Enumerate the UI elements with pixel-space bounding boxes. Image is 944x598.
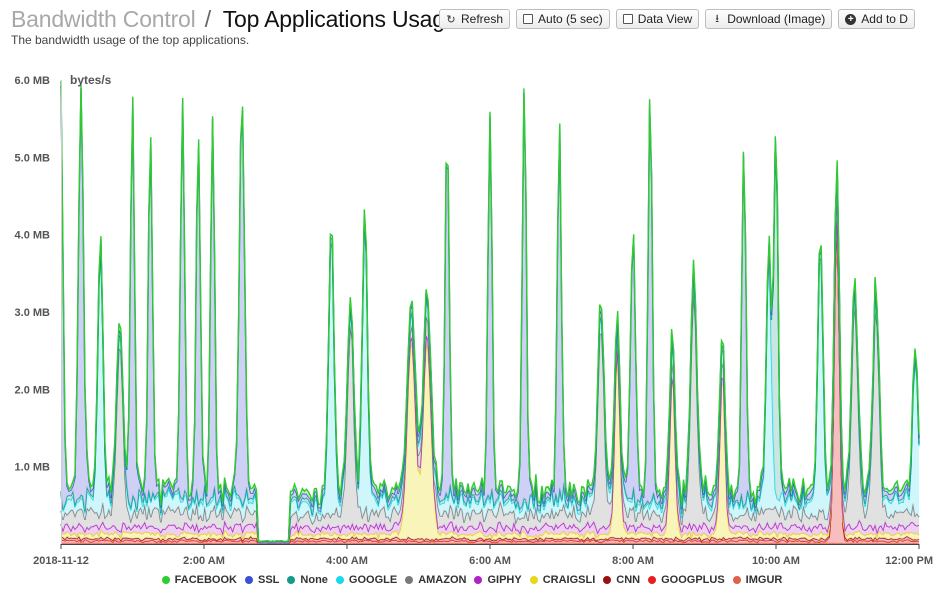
legend-label: FACEBOOK: [174, 574, 237, 586]
x-tick-label: 10:00 AM: [752, 555, 800, 567]
x-tick-label: 4:00 AM: [326, 555, 368, 567]
y-tick-label: 4.0 MB: [15, 230, 51, 242]
x-tick-label: 6:00 AM: [469, 555, 511, 567]
y-axis-label: bytes/s: [70, 73, 112, 87]
legend-dot-icon: [405, 576, 414, 584]
bandwidth-chart[interactable]: 1.0 MB 2.0 MB 3.0 MB 4.0 MB 5.0 MB 6.0 MB 201…: [0, 62, 944, 598]
legend-item-imgur[interactable]: IMGUR: [732, 574, 783, 586]
legend-item-none[interactable]: None: [287, 574, 328, 586]
legend-label: GIPHY: [487, 574, 522, 586]
y-tick-label: 3.0 MB: [15, 307, 51, 319]
y-tick-label: 2.0 MB: [15, 384, 51, 396]
legend-label: IMGUR: [745, 574, 783, 586]
legend-item-cnn[interactable]: CNN: [603, 574, 640, 586]
legend-dot-icon: [603, 576, 612, 584]
x-tick-label: 2:00 AM: [183, 555, 225, 567]
legend-label: AMAZON: [418, 574, 467, 586]
legend-item-craigsli[interactable]: CRAIGSLI: [529, 574, 596, 586]
x-axis-ticks: 2018-11-12 2:00 AM 4:00 AM 6:00 AM 8:00 AM 10…: [33, 544, 933, 567]
refresh-button[interactable]: ↻ Refresh: [439, 9, 511, 29]
refresh-label: Refresh: [461, 12, 504, 26]
refresh-icon: ↻: [446, 13, 456, 26]
breadcrumb[interactable]: Bandwidth Control: [11, 6, 196, 32]
title-line: Bandwidth Control / Top Applications Usa…: [11, 6, 458, 33]
download-label: Download (Image): [727, 12, 826, 26]
legend-item-giphy[interactable]: GIPHY: [474, 574, 522, 586]
checkbox-icon: [622, 14, 633, 24]
legend-dot-icon: [529, 576, 538, 584]
legend-label: SSL: [258, 574, 280, 586]
x-tick-label: 8:00 AM: [612, 555, 654, 567]
y-tick-label: 5.0 MB: [15, 152, 51, 164]
data-view-toggle[interactable]: Data View: [615, 9, 700, 29]
page-subtitle: The bandwidth usage of the top applicati…: [11, 33, 250, 47]
legend-item-amazon[interactable]: AMAZON: [405, 574, 466, 586]
legend-dot-icon: [335, 576, 344, 584]
plus-circle-icon: +: [845, 13, 857, 25]
legend-label: CNN: [616, 574, 641, 586]
legend-label: CRAIGSLI: [542, 574, 596, 586]
y-tick-label: 6.0 MB: [15, 75, 51, 87]
legend-dot-icon: [474, 576, 483, 584]
toolbar: ↻ Refresh Auto (5 sec) Data View ⭳ Downl…: [439, 9, 915, 29]
add-to-dashboard-button[interactable]: + Add to D: [838, 9, 915, 29]
breadcrumb-separator: /: [204, 6, 211, 32]
x-tick-label: 12:00 PM: [885, 555, 933, 567]
legend-dot-icon: [161, 576, 170, 584]
download-icon: ⭳: [715, 12, 720, 25]
legend-item-google[interactable]: GOOGLE: [335, 574, 398, 586]
auto-refresh-label: Auto (5 sec): [538, 12, 603, 26]
auto-refresh-toggle[interactable]: Auto (5 sec): [516, 9, 610, 29]
series-areas: [60, 80, 920, 545]
checkbox-icon: [523, 14, 534, 24]
legend-dot-icon: [732, 576, 741, 584]
legend-dot-icon: [648, 576, 657, 584]
download-image-button[interactable]: ⭳ Download (Image): [705, 9, 833, 29]
chart-svg: 1.0 MB 2.0 MB 3.0 MB 4.0 MB 5.0 MB 6.0 MB 201…: [15, 73, 933, 567]
legend-dot-icon: [245, 576, 253, 584]
legend-item-googplus[interactable]: GOOGPLUS: [648, 574, 725, 586]
page-title: Top Applications Usage: [222, 6, 458, 32]
legend-label: GOOGLE: [348, 574, 398, 586]
legend-label: GOOGPLUS: [661, 574, 725, 586]
y-tick-label: 1.0 MB: [15, 462, 51, 474]
chart-legend: FACEBOOK SSL None GOOGLE AMAZON GIPHY CRAIGSLI…: [0, 574, 944, 587]
legend-dot-icon: [287, 576, 296, 584]
data-view-label: Data View: [637, 12, 693, 26]
legend-item-facebook[interactable]: FACEBOOK: [161, 574, 237, 586]
y-axis-ticks: 1.0 MB 2.0 MB 3.0 MB 4.0 MB 5.0 MB 6.0 MB: [15, 75, 51, 474]
x-tick-label: 2018-11-12: [33, 555, 89, 567]
legend-label: None: [300, 574, 328, 586]
legend-item-ssl[interactable]: SSL: [245, 574, 279, 586]
add-to-label: Add to D: [861, 12, 908, 26]
